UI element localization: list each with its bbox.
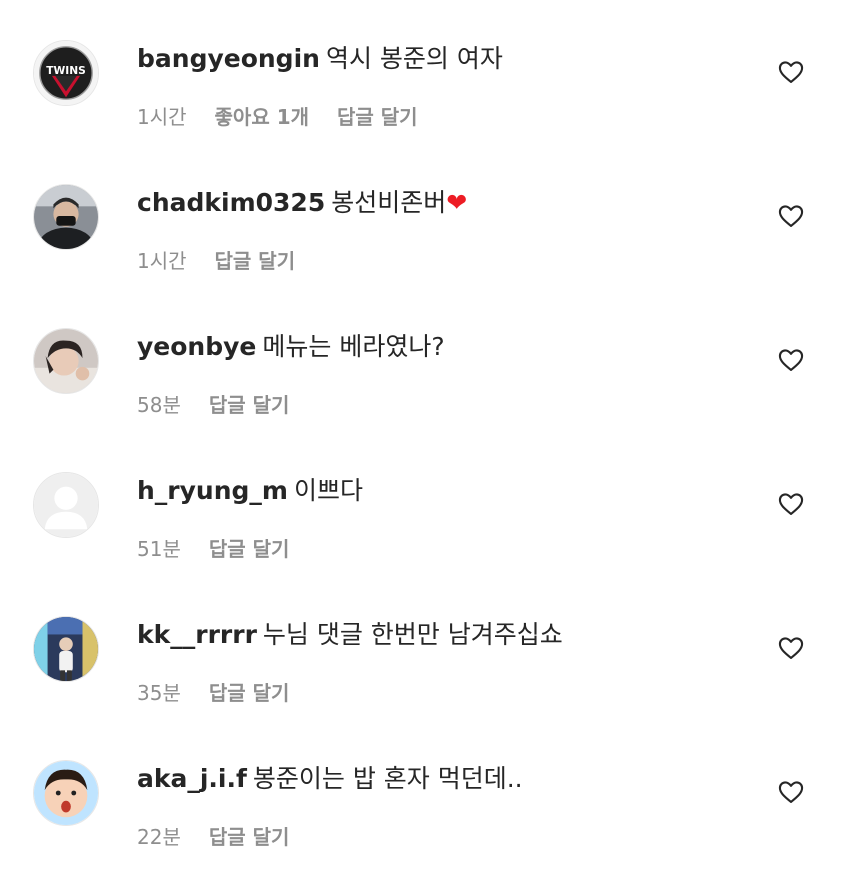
lg-twins-logo-icon: TWINS (34, 41, 98, 105)
username-link[interactable]: yeonbye (137, 332, 256, 361)
comment-text: 역시 봉준의 여자 (325, 44, 503, 73)
avatar[interactable] (33, 472, 99, 538)
heart-outline-icon (778, 349, 804, 371)
avatar[interactable] (33, 760, 99, 826)
reply-button[interactable]: 답글 달기 (209, 681, 290, 705)
profile-photo-icon (34, 185, 98, 249)
comment-text: 봉선비존버 (331, 188, 447, 217)
like-button[interactable] (777, 346, 805, 374)
comment-line: h_ryung_m 이쁘다 (137, 474, 363, 508)
avatar[interactable] (33, 616, 99, 682)
profile-photo-icon (34, 761, 98, 825)
like-button[interactable] (777, 58, 805, 86)
comment-time: 58분 (137, 393, 181, 417)
comment-list: TWINS bangyeongin 역시 봉준의 여자 1시간 좋아요 1개 답글 달… (0, 0, 850, 880)
heart-outline-icon (778, 637, 804, 659)
comment-time: 51분 (137, 537, 181, 561)
comment-row: chadkim0325 봉선비존버❤ 1시간 답글 달기 (0, 144, 850, 288)
comment-line: yeonbye 메뉴는 베라였나? (137, 330, 445, 364)
comment-row: kk__rrrrr 누님 댓글 한번만 남겨주십쇼 35분 답글 달기 (0, 576, 850, 720)
reply-button[interactable]: 답글 달기 (209, 537, 290, 561)
comment-time: 35분 (137, 681, 181, 705)
profile-photo-icon (34, 617, 98, 681)
comment-line: kk__rrrrr 누님 댓글 한번만 남겨주십쇼 (137, 618, 563, 652)
profile-photo-icon (34, 329, 98, 393)
heart-outline-icon (778, 493, 804, 515)
reply-button[interactable]: 답글 달기 (215, 249, 296, 273)
username-link[interactable]: aka_j.i.f (137, 764, 247, 793)
comment-row: yeonbye 메뉴는 베라였나? 58분 답글 달기 (0, 288, 850, 432)
comment-meta: 58분 답글 달기 (137, 391, 317, 419)
like-button[interactable] (777, 490, 805, 518)
like-button[interactable] (777, 778, 805, 806)
like-button[interactable] (777, 634, 805, 662)
comment-text: 이쁘다 (293, 476, 363, 505)
comment-text: 메뉴는 베라였나? (262, 332, 445, 361)
svg-text:TWINS: TWINS (46, 64, 86, 77)
heart-emoji: ❤ (446, 188, 468, 217)
comment-time: 1시간 (137, 249, 187, 273)
like-button[interactable] (777, 202, 805, 230)
reply-button[interactable]: 답글 달기 (209, 825, 290, 849)
comment-line: chadkim0325 봉선비존버❤ (137, 186, 467, 220)
comment-time: 1시간 (137, 105, 187, 129)
comment-time: 22분 (137, 825, 181, 849)
comment-row: h_ryung_m 이쁘다 51분 답글 달기 (0, 432, 850, 576)
heart-outline-icon (778, 781, 804, 803)
avatar[interactable]: TWINS (33, 40, 99, 106)
default-avatar-icon (34, 473, 98, 537)
comment-meta: 51분 답글 달기 (137, 535, 317, 563)
comment-text: 봉준이는 밥 혼자 먹던데.. (252, 764, 523, 793)
username-link[interactable]: chadkim0325 (137, 188, 325, 217)
comment-line: aka_j.i.f 봉준이는 밥 혼자 먹던데.. (137, 762, 523, 796)
reply-button[interactable]: 답글 달기 (337, 105, 418, 129)
heart-outline-icon (778, 205, 804, 227)
comment-meta: 1시간 좋아요 1개 답글 달기 (137, 103, 446, 131)
likes-count-link[interactable]: 좋아요 1개 (215, 105, 309, 129)
comment-row: TWINS bangyeongin 역시 봉준의 여자 1시간 좋아요 1개 답글 달… (0, 0, 850, 144)
username-link[interactable]: h_ryung_m (137, 476, 288, 505)
comment-meta: 1시간 답글 달기 (137, 247, 323, 275)
avatar[interactable] (33, 184, 99, 250)
username-link[interactable]: kk__rrrrr (137, 620, 257, 649)
avatar[interactable] (33, 328, 99, 394)
comment-meta: 35분 답글 달기 (137, 679, 317, 707)
username-link[interactable]: bangyeongin (137, 44, 320, 73)
comment-text: 누님 댓글 한번만 남겨주십쇼 (262, 620, 563, 649)
comment-line: bangyeongin 역시 봉준의 여자 (137, 42, 503, 76)
reply-button[interactable]: 답글 달기 (209, 393, 290, 417)
comment-meta: 22분 답글 달기 (137, 823, 317, 851)
heart-outline-icon (778, 61, 804, 83)
comment-row: aka_j.i.f 봉준이는 밥 혼자 먹던데.. 22분 답글 달기 (0, 720, 850, 864)
